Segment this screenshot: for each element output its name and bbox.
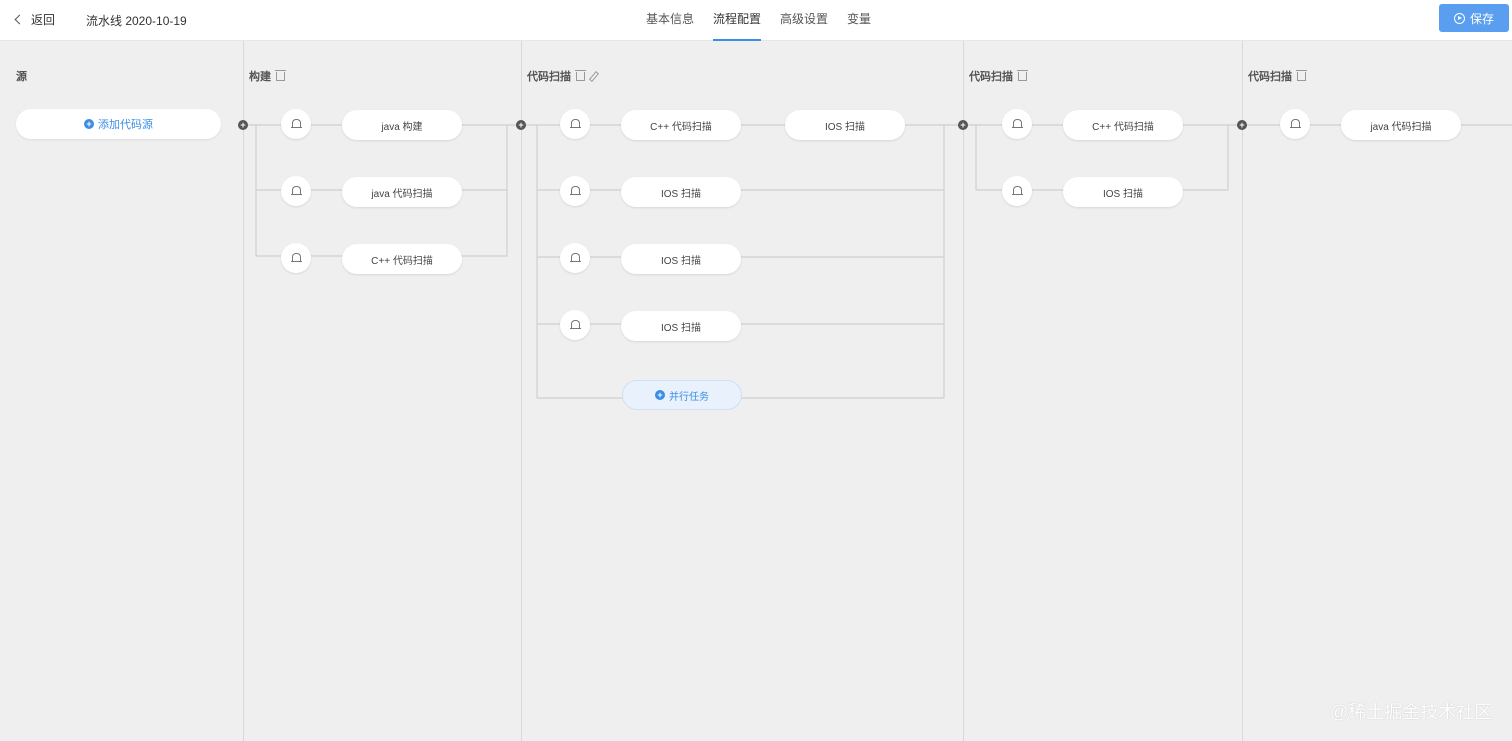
source-title: 源: [16, 68, 27, 84]
insert-stage-button[interactable]: +: [238, 120, 248, 130]
bell-icon[interactable]: [281, 243, 311, 273]
bell-icon[interactable]: [1002, 176, 1032, 206]
bell-icon[interactable]: [281, 109, 311, 139]
job-node[interactable]: IOS 扫描: [785, 110, 905, 140]
trash-icon[interactable]: [275, 69, 286, 81]
job-node[interactable]: C++ 代码扫描: [1063, 110, 1183, 140]
parallel-label: 并行任务: [669, 391, 709, 403]
add-parallel-job-button[interactable]: + 并行任务: [622, 380, 742, 410]
job-node[interactable]: java 代码扫描: [342, 177, 462, 207]
job-node[interactable]: java 代码扫描: [1341, 110, 1461, 140]
bell-icon[interactable]: [1002, 109, 1032, 139]
stage-title: 代码扫描: [1248, 68, 1307, 84]
bell-icon[interactable]: [281, 176, 311, 206]
trash-icon[interactable]: [1296, 69, 1307, 81]
bell-icon[interactable]: [560, 243, 590, 273]
trash-icon[interactable]: [1017, 69, 1028, 81]
insert-stage-button[interactable]: +: [1237, 120, 1247, 130]
job-node[interactable]: java 构建: [342, 110, 462, 140]
source-title-text: 源: [16, 71, 27, 83]
bell-icon[interactable]: [560, 109, 590, 139]
stage-title-text: 代码扫描: [969, 71, 1013, 83]
stage-title-text: 代码扫描: [527, 71, 571, 83]
job-node[interactable]: IOS 扫描: [621, 244, 741, 274]
add-source-label: 添加代码源: [98, 119, 153, 131]
stage-title-text: 代码扫描: [1248, 71, 1292, 83]
job-node[interactable]: C++ 代码扫描: [621, 110, 741, 140]
job-node[interactable]: IOS 扫描: [621, 311, 741, 341]
bell-icon[interactable]: [1280, 109, 1310, 139]
job-node[interactable]: IOS 扫描: [1063, 177, 1183, 207]
bell-icon[interactable]: [560, 310, 590, 340]
job-node[interactable]: IOS 扫描: [621, 177, 741, 207]
insert-stage-button[interactable]: +: [958, 120, 968, 130]
stage-title-text: 构建: [249, 71, 271, 83]
bell-icon[interactable]: [560, 176, 590, 206]
job-node[interactable]: C++ 代码扫描: [342, 244, 462, 274]
plus-circle-icon: +: [655, 390, 665, 400]
trash-icon[interactable]: [575, 69, 586, 81]
stage-title: 构建: [249, 68, 286, 84]
plus-circle-icon: +: [84, 119, 94, 129]
add-source-button[interactable]: + 添加代码源: [16, 109, 221, 139]
stage-title: 代码扫描: [969, 68, 1028, 84]
watermark: @稀土掘金技术社区: [1330, 702, 1493, 722]
insert-stage-button[interactable]: +: [516, 120, 526, 130]
stage-title: 代码扫描: [527, 68, 600, 84]
